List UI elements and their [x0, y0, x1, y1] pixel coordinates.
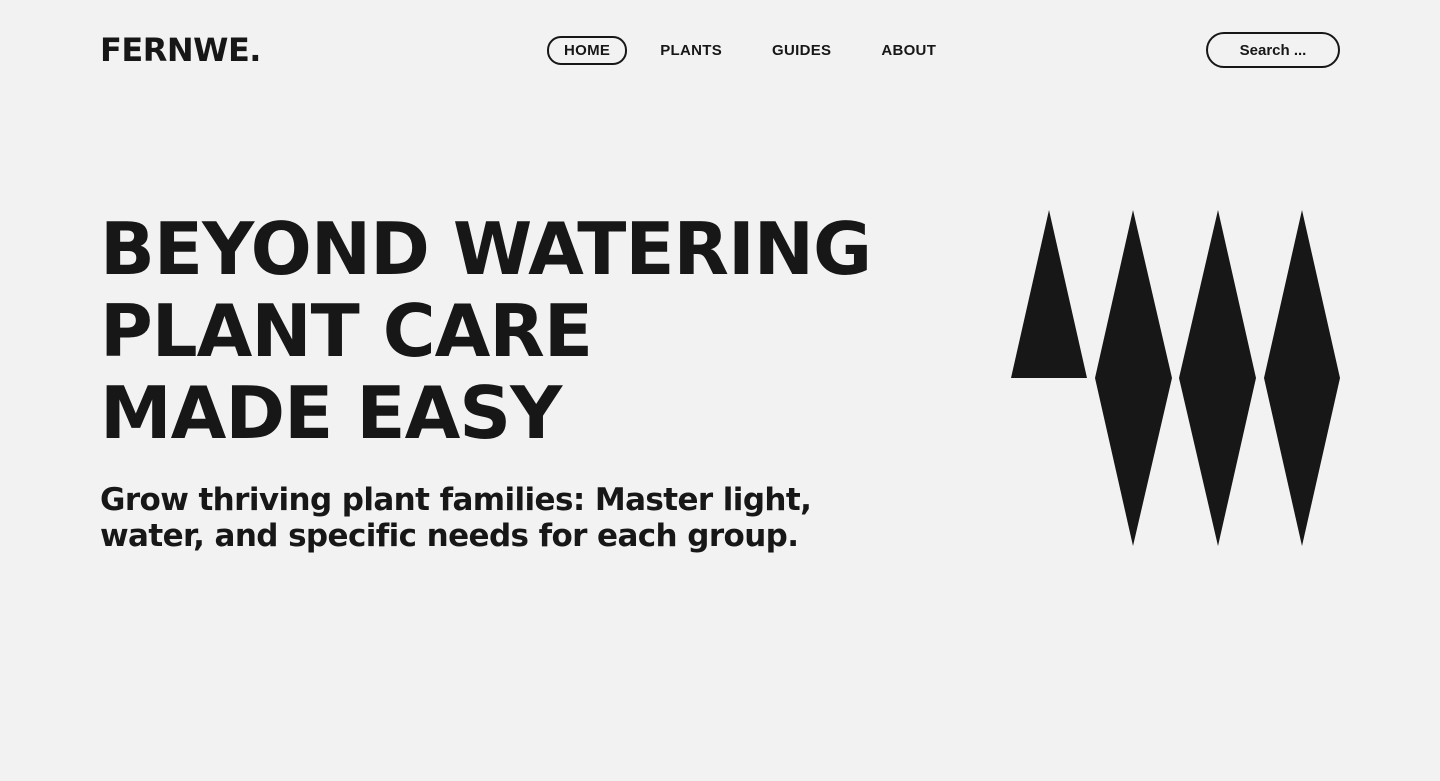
nav-about[interactable]: ABOUT [864, 36, 953, 65]
logo[interactable]: FERNWE. [100, 30, 261, 70]
hero-subtitle: Grow thriving plant families: Master lig… [100, 482, 812, 554]
hero-title-line-1: BEYOND WATERING [100, 207, 872, 291]
search-input[interactable] [1206, 32, 1340, 68]
site-header: FERNWE. HOME PLANTS GUIDES ABOUT [0, 0, 1440, 100]
spike-triangle [1011, 210, 1087, 378]
hero-title: BEYOND WATERING PLANT CARE MADE EASY [100, 208, 920, 454]
hero-title-line-2: PLANT CARE [100, 289, 593, 373]
hero-title-line-3: MADE EASY [100, 371, 562, 455]
main-nav: HOME PLANTS GUIDES ABOUT [547, 36, 953, 65]
spike-diamond-1 [1095, 210, 1172, 546]
nav-plants[interactable]: PLANTS [643, 36, 739, 65]
spike-diamond-2 [1179, 210, 1256, 546]
nav-guides[interactable]: GUIDES [755, 36, 848, 65]
nav-home[interactable]: HOME [547, 36, 628, 65]
spike-diamond-3 [1264, 210, 1340, 546]
diamond-spikes-icon [1011, 210, 1340, 546]
